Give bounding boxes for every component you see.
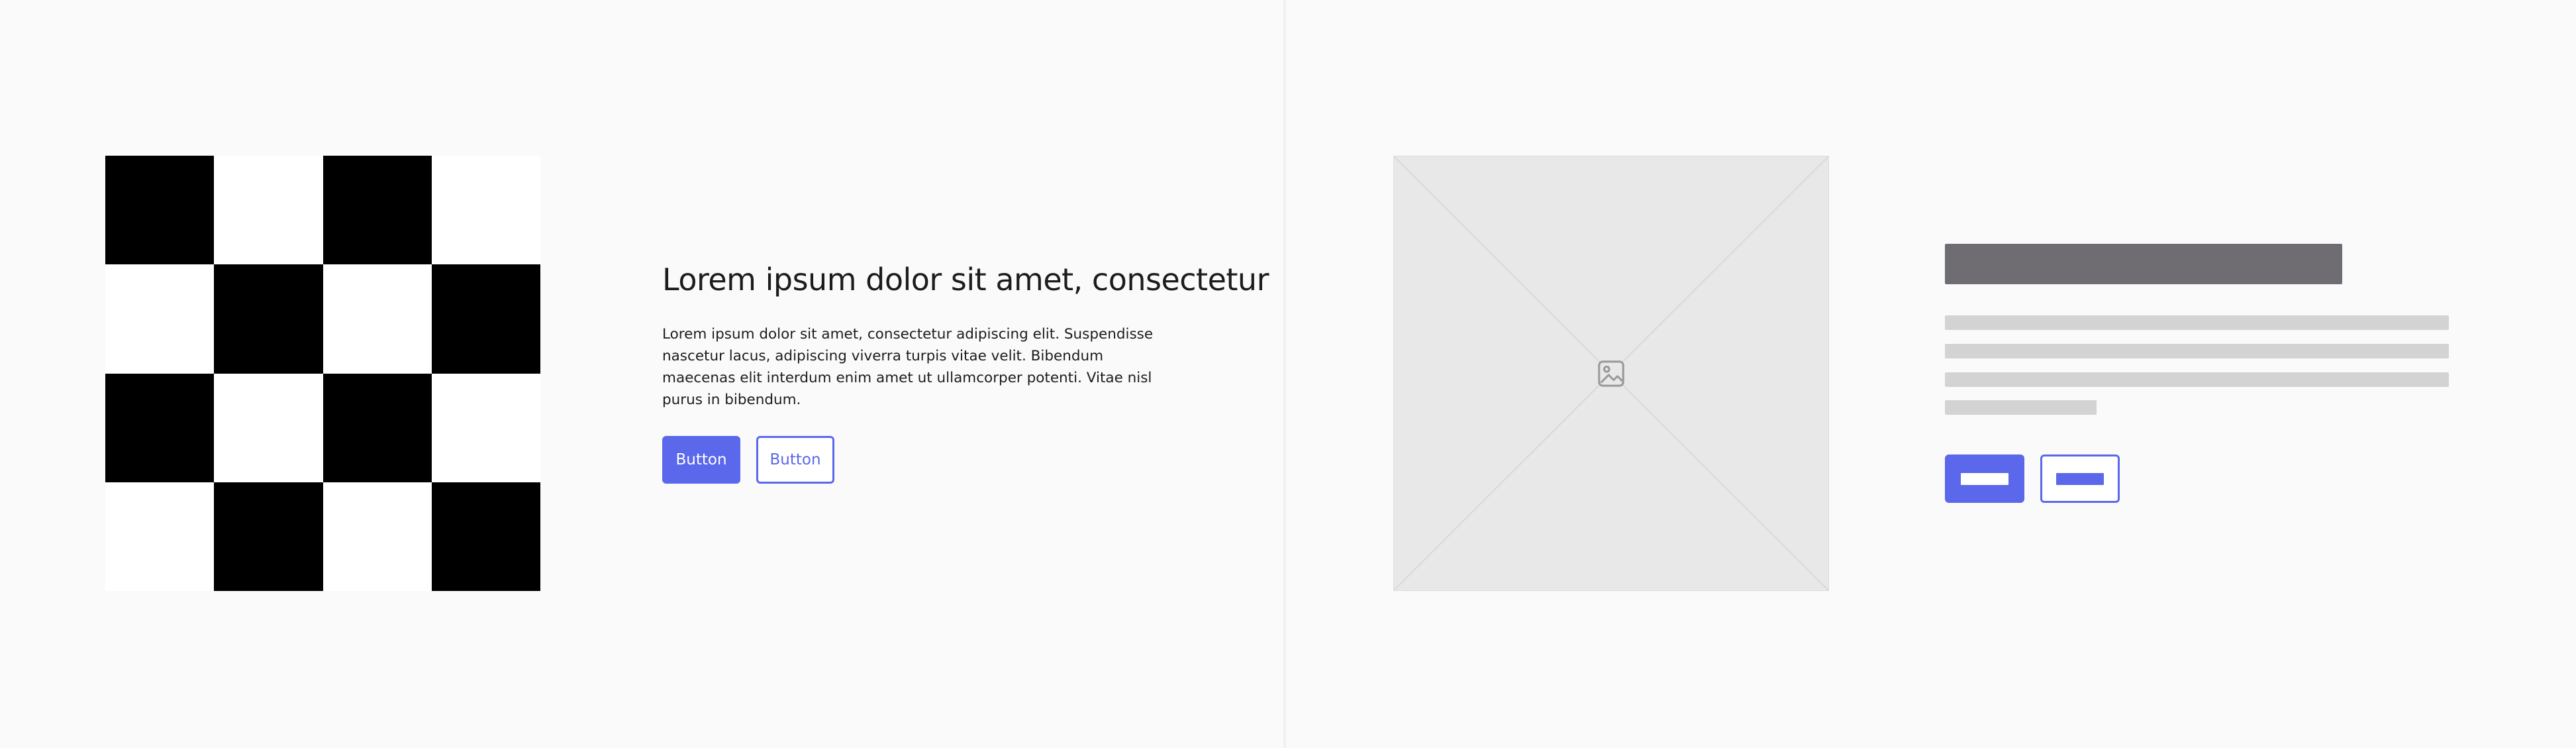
image-placeholder — [1393, 156, 1829, 591]
wireframe-button-label-bar — [1961, 472, 2008, 485]
wireframe-secondary-button[interactable] — [2040, 454, 2120, 503]
wireframe-text-line — [1945, 372, 2449, 387]
checker-cell — [105, 373, 215, 482]
wireframe-text-line — [1945, 400, 2097, 415]
checker-cell — [431, 156, 540, 265]
image-icon — [1598, 360, 1624, 387]
secondary-button[interactable]: Button — [756, 436, 834, 484]
content-body: Lorem ipsum dolor sit amet, consectetur … — [662, 326, 1154, 409]
checker-cell — [431, 373, 540, 482]
checker-cell — [322, 264, 432, 374]
checker-cell — [105, 482, 215, 591]
wireframe-primary-button[interactable] — [1945, 454, 2024, 503]
content-block: Lorem ipsum dolor sit amet, consectetur … — [662, 262, 1269, 484]
primary-button[interactable]: Button — [662, 436, 740, 484]
checker-cell — [214, 264, 323, 374]
checker-cell — [322, 156, 432, 265]
checkerboard-image — [105, 156, 540, 591]
checker-cell — [105, 156, 215, 265]
checker-cell — [322, 373, 432, 482]
checker-cell — [431, 264, 540, 374]
checker-cell — [214, 156, 323, 265]
wireframe-text-line — [1945, 315, 2449, 330]
content-heading: Lorem ipsum dolor sit amet, consectetur — [662, 262, 1269, 297]
content-preview-panel: Lorem ipsum dolor sit amet, consectetur … — [0, 0, 1283, 748]
checker-cell — [105, 264, 215, 374]
checker-cell — [322, 482, 432, 591]
checker-cell — [431, 482, 540, 591]
checker-cell — [214, 373, 323, 482]
wireframe-title-bar — [1945, 244, 2342, 284]
wireframe-button-label-bar — [2056, 472, 2104, 485]
button-row: Button Button — [662, 436, 1165, 484]
checker-cell — [214, 482, 323, 591]
wireframe-text-line — [1945, 344, 2449, 358]
